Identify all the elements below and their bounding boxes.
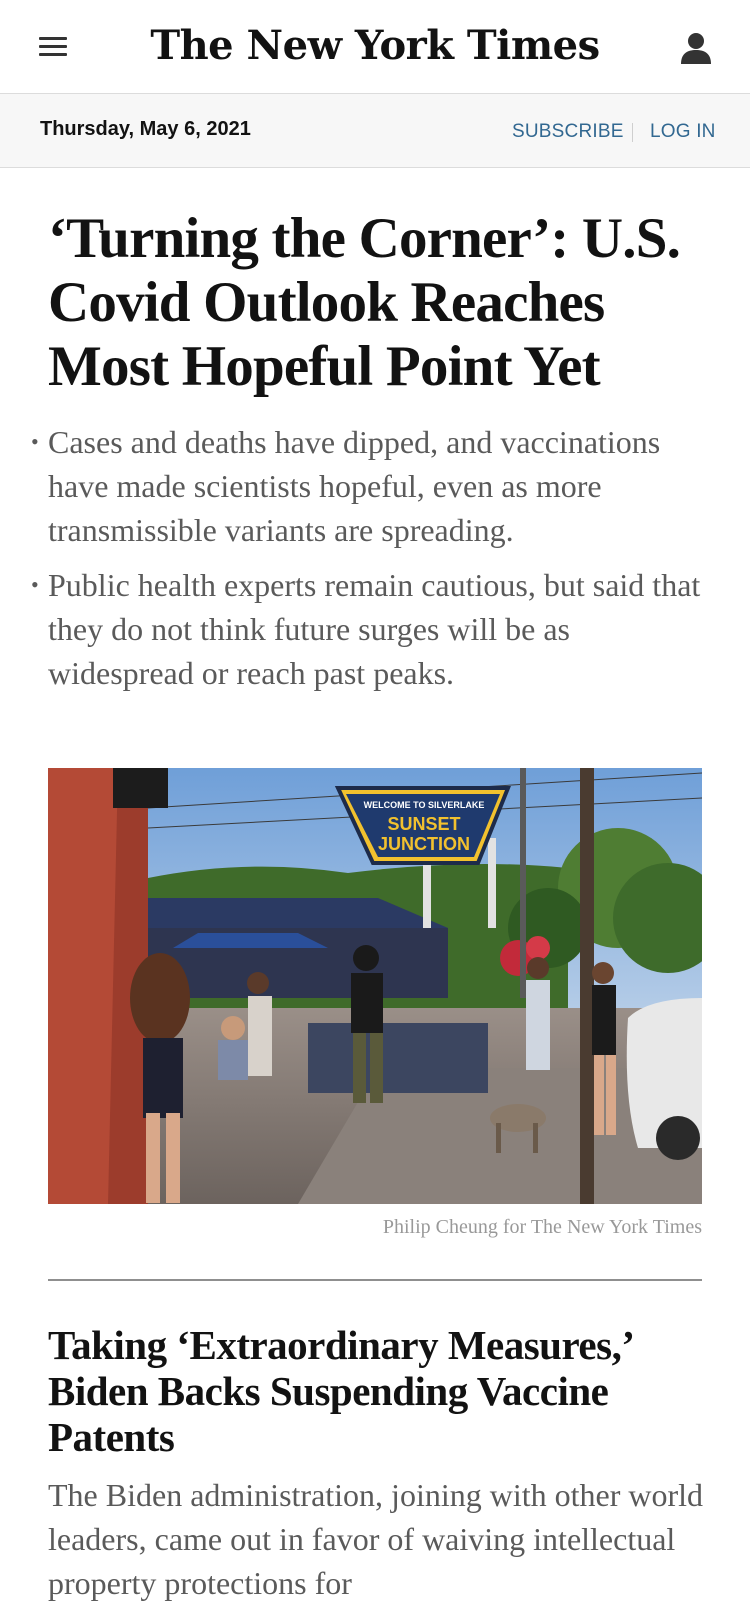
date-bar: Thursday, May 6, 2021 SUBSCRIBE LOG IN	[0, 94, 750, 168]
lead-summary-list: • Cases and deaths have dipped, and vacc…	[31, 420, 708, 706]
summary-point: • Public health experts remain cautious,…	[31, 563, 708, 695]
account-person-icon[interactable]	[676, 28, 716, 68]
nyt-logo[interactable]: The New York Times	[0, 18, 750, 74]
subscribe-link[interactable]: SUBSCRIBE	[512, 121, 624, 143]
bullet-icon: •	[31, 429, 39, 454]
section-divider	[48, 1279, 702, 1281]
sign-line-1: WELCOME TO SILVERLAKE	[364, 800, 485, 810]
photo-credit: Philip Cheung for The New York Times	[382, 1216, 702, 1238]
current-date: Thursday, May 6, 2021	[40, 118, 251, 140]
summary-point: • Cases and deaths have dipped, and vacc…	[31, 420, 708, 552]
street-scene-illustration: WELCOME TO SILVERLAKE SUNSET JUNCTION	[48, 768, 702, 1204]
masthead: The New York Times	[0, 0, 750, 94]
lead-photo[interactable]: WELCOME TO SILVERLAKE SUNSET JUNCTION	[48, 768, 702, 1204]
second-summary: The Biden administration, joining with o…	[48, 1477, 704, 1601]
lead-headline[interactable]: ‘Turning the Corner’: U.S. Covid Outlook…	[48, 207, 728, 399]
bullet-icon: •	[31, 572, 39, 597]
summary-point-text: Public health experts remain cautious, b…	[48, 567, 701, 691]
summary-point-text: Cases and deaths have dipped, and vaccin…	[48, 424, 661, 548]
link-divider	[632, 123, 633, 142]
login-link[interactable]: LOG IN	[650, 121, 716, 143]
sign-line-3: JUNCTION	[378, 834, 470, 854]
second-headline[interactable]: Taking ‘Extraordinary Measures,’ Biden B…	[48, 1322, 688, 1460]
sign-line-2: SUNSET	[387, 814, 460, 834]
